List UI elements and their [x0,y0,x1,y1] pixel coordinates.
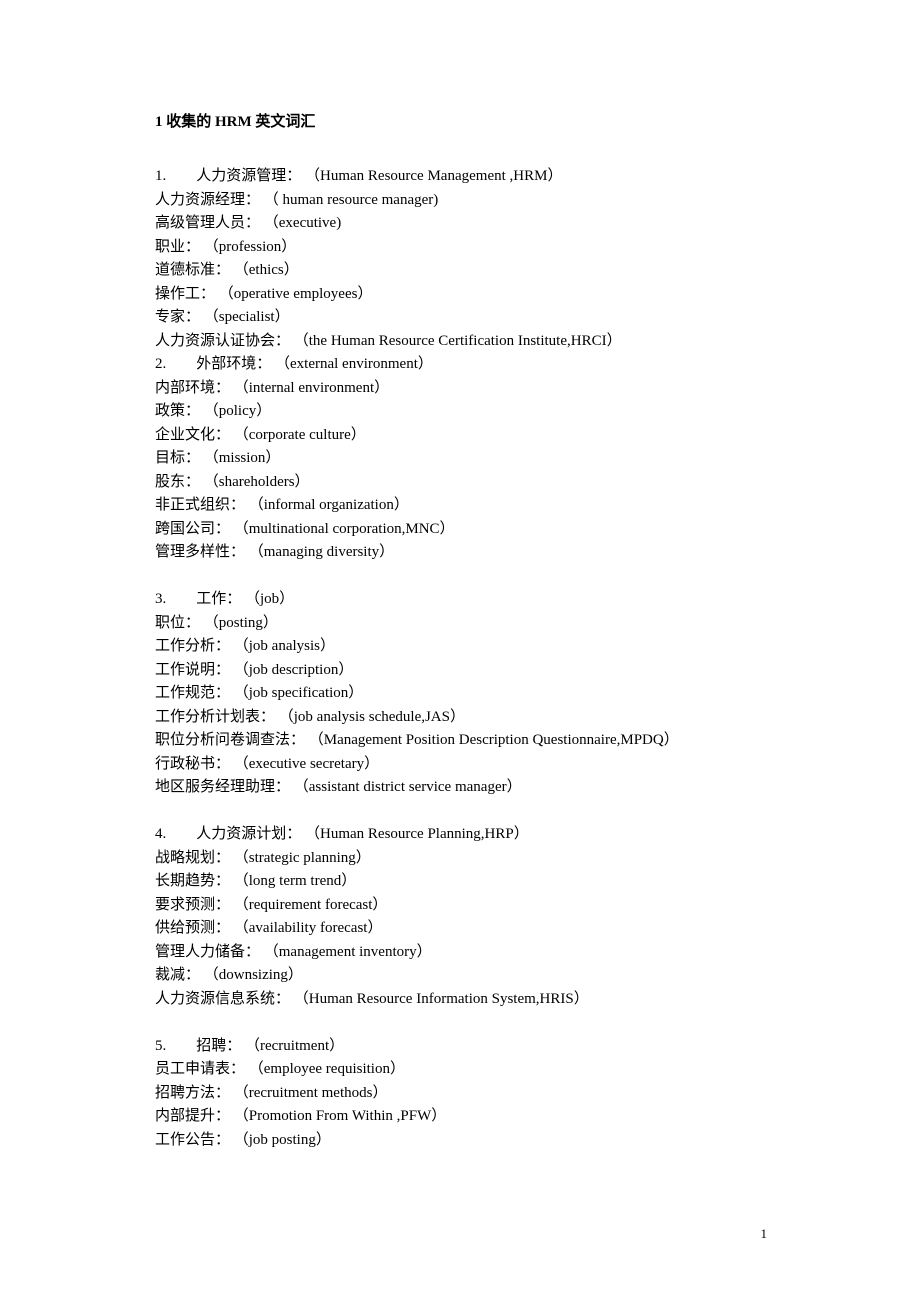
text-line: 5. 招聘： （recruitment） [155,1035,780,1059]
text-line: 股东： （shareholders） [155,471,780,495]
blank-line [155,1011,780,1035]
text-line: 专家： （specialist） [155,306,780,330]
text-line: 管理人力储备： （management inventory） [155,941,780,965]
blank-line [155,800,780,824]
text-line: 政策： （policy） [155,400,780,424]
text-line: 人力资源经理： （ human resource manager) [155,189,780,213]
text-line: 内部提升： （Promotion From Within ,PFW） [155,1105,780,1129]
text-line: 1. 人力资源管理： （Human Resource Management ,H… [155,165,780,189]
text-line: 职业： （profession） [155,236,780,260]
text-line: 目标： （mission） [155,447,780,471]
text-line: 工作公告： （job posting） [155,1129,780,1153]
text-line: 战略规划： （strategic planning） [155,847,780,871]
text-line: 人力资源信息系统： （Human Resource Information Sy… [155,988,780,1012]
text-line: 要求预测： （requirement forecast） [155,894,780,918]
text-line: 非正式组织： （informal organization） [155,494,780,518]
document-body: 1. 人力资源管理： （Human Resource Management ,H… [155,165,780,1152]
text-line: 供给预测： （availability forecast） [155,917,780,941]
text-line: 4. 人力资源计划： （Human Resource Planning,HRP） [155,823,780,847]
text-line: 跨国公司： （multinational corporation,MNC） [155,518,780,542]
text-line: 高级管理人员： （executive) [155,212,780,236]
text-line: 员工申请表： （employee requisition） [155,1058,780,1082]
document-page: 1 收集的 HRM 英文词汇 1. 人力资源管理： （Human Resourc… [0,0,920,1302]
text-line: 内部环境： （internal environment） [155,377,780,401]
text-line: 裁减： （downsizing） [155,964,780,988]
text-line: 工作规范： （job specification） [155,682,780,706]
text-line: 职位： （posting） [155,612,780,636]
text-line: 工作说明： （job description） [155,659,780,683]
text-line: 工作分析计划表： （job analysis schedule,JAS） [155,706,780,730]
text-line: 招聘方法： （recruitment methods） [155,1082,780,1106]
text-line: 工作分析： （job analysis） [155,635,780,659]
text-line: 道德标准： （ethics） [155,259,780,283]
text-line: 2. 外部环境： （external environment） [155,353,780,377]
text-line: 企业文化： （corporate culture） [155,424,780,448]
blank-line [155,565,780,589]
text-line: 管理多样性： （managing diversity） [155,541,780,565]
text-line: 长期趋势： （long term trend） [155,870,780,894]
text-line: 3. 工作： （job） [155,588,780,612]
text-line: 地区服务经理助理： （assistant district service ma… [155,776,780,800]
text-line: 职位分析问卷调查法： （Management Position Descript… [155,729,780,753]
text-line: 行政秘书： （executive secretary） [155,753,780,777]
text-line: 人力资源认证协会： （the Human Resource Certificat… [155,330,780,354]
text-line: 操作工： （operative employees） [155,283,780,307]
document-title: 1 收集的 HRM 英文词汇 [155,110,780,131]
page-number: 1 [761,1226,768,1242]
